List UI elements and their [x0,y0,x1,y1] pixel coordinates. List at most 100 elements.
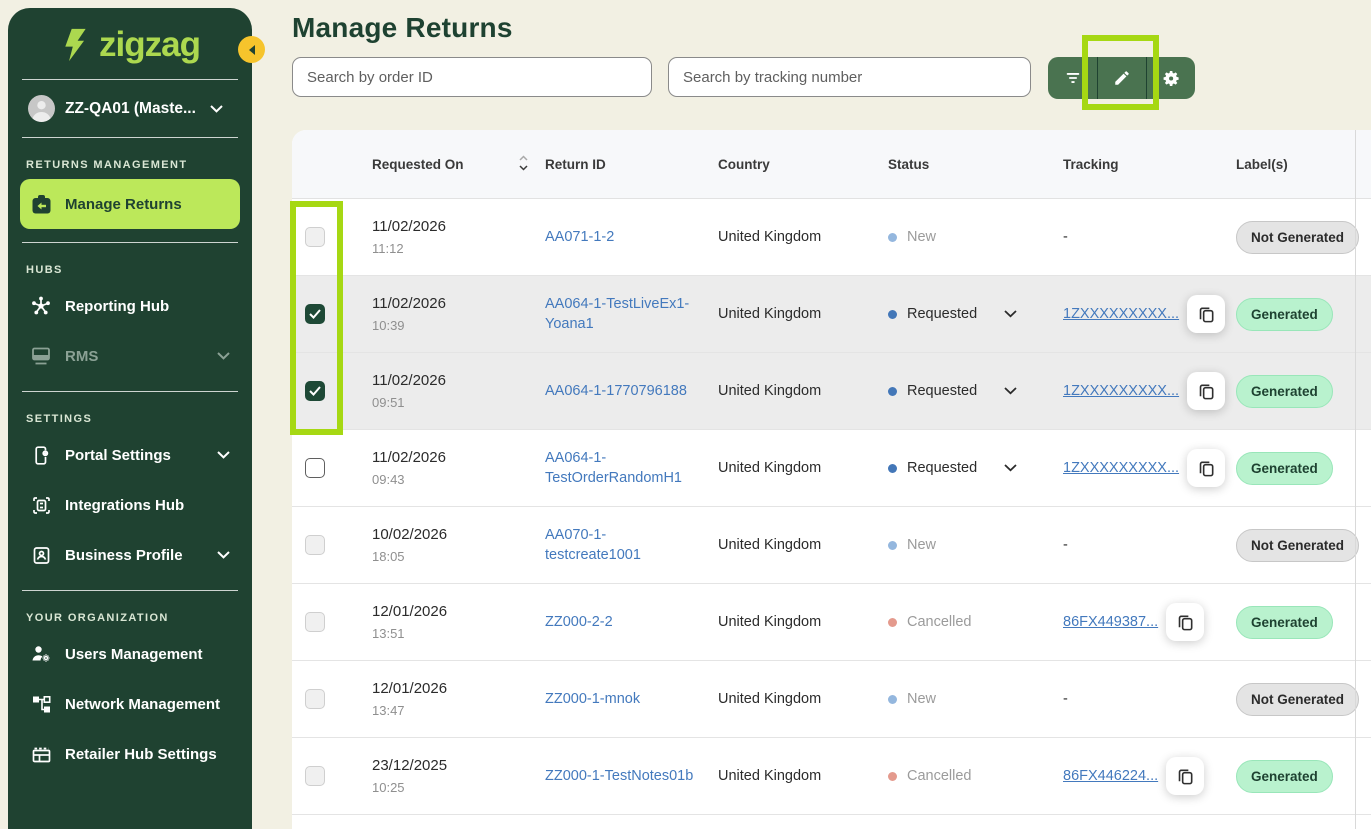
copy-tracking-button[interactable] [1187,372,1225,410]
sidebar-item-retailer-hub-settings[interactable]: Retailer Hub Settings [20,732,240,776]
tracking-link[interactable]: 1ZXXXXXXXXX... [1063,460,1179,476]
table-row[interactable]: 11/02/202609:51AA064-1-1770796188United … [292,353,1371,430]
return-id-cell: ZZ000-1-mnok [545,689,718,709]
select-cell [292,304,372,324]
requested-on-cell: 11/02/202609:43 [372,449,545,487]
row-checkbox[interactable] [305,535,325,555]
sidebar-item-manage-returns[interactable]: Manage Returns [20,179,240,229]
copy-icon [1197,382,1216,401]
sidebar-item-reporting-hub[interactable]: Reporting Hub [20,284,240,328]
country-value: United Kingdom [718,460,821,476]
status-cell: Requested [888,383,1063,399]
account-switcher[interactable]: ZZ-QA01 (Maste... [8,93,252,124]
status-expand-chevron-icon[interactable] [1004,464,1017,472]
tracking-link[interactable]: 1ZXXXXXXXXX... [1063,383,1179,399]
tracking-link[interactable]: 86FX449387... [1063,614,1158,630]
status-dot [888,772,897,781]
row-checkbox[interactable] [305,381,325,401]
table-row[interactable]: 11/02/202609:43AA064-1-TestOrderRandomH1… [292,430,1371,507]
status-badge: Requested [907,383,977,399]
tracking-cell: 86FX449387... [1063,603,1236,641]
status-badge: Requested [907,460,977,476]
select-cell [292,381,372,401]
copy-icon [1176,767,1195,786]
sort-icon[interactable] [518,154,529,175]
table-row[interactable]: 12/01/202613:51ZZ000-2-2United KingdomCa… [292,584,1371,661]
chevron-down-icon [217,551,230,559]
country-cell: United Kingdom [718,537,888,553]
labels-cell: Generated [1236,452,1371,485]
column-header-return-id: Return ID [545,157,718,172]
row-checkbox[interactable] [305,458,325,478]
logo[interactable]: zigzag [8,8,252,66]
sidebar-item-business-profile[interactable]: Business Profile [20,533,240,577]
page-title: Manage Returns [292,12,513,44]
network-management-icon [30,694,52,715]
labels-cell: Generated [1236,760,1371,793]
requested-on-cell: 11/02/202609:51 [372,372,545,410]
copy-icon [1176,613,1195,632]
divider [22,242,238,243]
column-header-labels: Label(s) [1236,157,1371,172]
select-cell [292,535,372,555]
requested-date: 23/12/2025 [372,757,447,774]
copy-tracking-button[interactable] [1166,603,1204,641]
table-row[interactable]: 12/01/202613:47ZZ000-1-mnokUnited Kingdo… [292,661,1371,738]
return-id-link[interactable]: ZZ000-2-2 [545,612,613,632]
sidebar-item-network-management[interactable]: Network Management [20,682,240,726]
filter-button[interactable] [1048,57,1097,99]
divider [22,391,238,392]
search-order-input[interactable] [292,57,652,97]
return-id-link[interactable]: AA064-1-TestOrderRandomH1 [545,448,702,489]
label-status-pill: Not Generated [1236,221,1359,254]
section-label-settings: SETTINGS [8,405,252,427]
sidebar-collapse-button[interactable] [238,36,265,63]
edit-button[interactable] [1097,57,1146,99]
copy-tracking-button[interactable] [1187,295,1225,333]
table-row[interactable]: 23/12/202510:25ZZ000-1-TestNotes01bUnite… [292,738,1371,815]
copy-tracking-button[interactable] [1187,449,1225,487]
country-value: United Kingdom [718,691,821,707]
status-cell: Cancelled [888,768,1063,784]
tracking-link[interactable]: 1ZXXXXXXXXX... [1063,306,1179,322]
divider [22,79,238,80]
return-id-link[interactable]: AA064-1-1770796188 [545,381,687,401]
row-checkbox[interactable] [305,304,325,324]
sidebar-item-users-management[interactable]: Users Management [20,632,240,676]
table-row[interactable]: 11/02/202610:39AA064-1-TestLiveEx1-Yoana… [292,276,1371,353]
copy-tracking-button[interactable] [1166,757,1204,795]
row-checkbox[interactable] [305,612,325,632]
labels-cell: Generated [1236,606,1371,639]
status-cell: Requested [888,460,1063,476]
requested-time: 18:05 [372,549,405,564]
row-checkbox[interactable] [305,227,325,247]
table-row[interactable]: 10/02/202618:05AA070-1-testcreate1001Uni… [292,507,1371,584]
row-checkbox[interactable] [305,689,325,709]
status-badge: New [907,229,936,245]
status-dot [888,387,897,396]
return-id-link[interactable]: AA064-1-TestLiveEx1-Yoana1 [545,294,702,335]
return-id-link[interactable]: ZZ000-1-TestNotes01b [545,766,693,786]
country-value: United Kingdom [718,537,821,553]
return-id-link[interactable]: AA070-1-testcreate1001 [545,525,702,566]
requested-time: 10:25 [372,780,405,795]
return-id-link[interactable]: AA071-1-2 [545,227,614,247]
sidebar-item-integrations-hub[interactable]: Integrations Hub [20,483,240,527]
sidebar-item-portal-settings[interactable]: Portal Settings [20,433,240,477]
portal-settings-icon [30,445,52,466]
row-checkbox[interactable] [305,766,325,786]
requested-date: 11/02/2026 [372,218,446,235]
settings-button[interactable] [1146,57,1195,99]
copy-icon [1197,305,1216,324]
table-row[interactable]: 11/02/202611:12AA071-1-2United KingdomNe… [292,199,1371,276]
sidebar-item-rms[interactable]: RMS [20,334,240,378]
labels-cell: Generated [1236,375,1371,408]
return-id-link[interactable]: ZZ000-1-mnok [545,689,640,709]
chevron-down-icon [217,451,230,459]
status-badge: New [907,537,936,553]
search-tracking-input[interactable] [668,57,1031,97]
status-expand-chevron-icon[interactable] [1004,387,1017,395]
tracking-link[interactable]: 86FX446224... [1063,768,1158,784]
column-header-status: Status [888,157,1063,172]
status-expand-chevron-icon[interactable] [1004,310,1017,318]
